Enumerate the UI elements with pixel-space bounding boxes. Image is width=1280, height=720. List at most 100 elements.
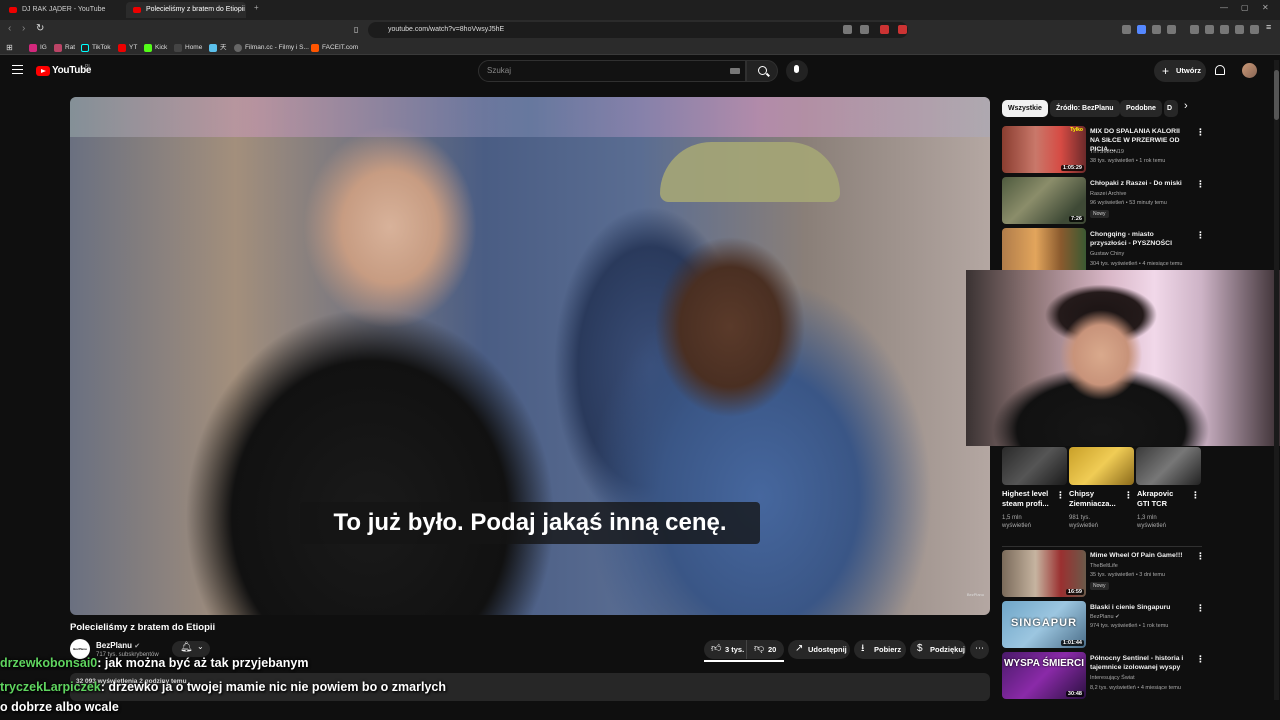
bookmark-home[interactable]: Home	[174, 42, 202, 53]
close-tab-icon[interactable]: ✕	[234, 2, 241, 18]
video-duration: 1:05:29	[1061, 165, 1084, 171]
more-vert-icon[interactable]: ⋮	[1191, 490, 1200, 501]
channel-name[interactable]: BezPlanu ✔	[96, 641, 140, 650]
minimize-icon[interactable]: —	[1220, 3, 1228, 12]
extension-icon[interactable]	[860, 25, 869, 34]
maximize-icon[interactable]: ▢	[1241, 3, 1249, 12]
short-thumbnail[interactable]	[1069, 447, 1134, 485]
extension-icon[interactable]	[1122, 25, 1131, 34]
more-vert-icon[interactable]: ⋮	[1124, 490, 1133, 501]
more-vert-icon[interactable]: ⋮	[1196, 179, 1205, 190]
bookmark-kick[interactable]: Kick	[144, 42, 167, 53]
sidebar-video-channel[interactable]: Raszei Archive	[1090, 191, 1126, 197]
extension-icon[interactable]	[1152, 25, 1161, 34]
subscribed-bell-button[interactable]: 🔔︎ ⌄	[172, 641, 210, 657]
more-vert-icon[interactable]: ⋮	[1196, 603, 1205, 614]
short-title[interactable]: Akrapovic GTI TCR	[1137, 489, 1179, 509]
close-window-icon[interactable]: ✕	[1262, 3, 1269, 12]
bookmark-label: IG	[40, 44, 47, 51]
like-button[interactable]: 👍︎ 3 tys.	[704, 640, 746, 659]
search-button[interactable]	[746, 60, 778, 82]
bookmark-page-icon[interactable]: ▯	[354, 25, 358, 34]
extension-icon[interactable]	[843, 25, 852, 34]
forward-icon[interactable]: ›	[22, 23, 25, 34]
chip-all[interactable]: Wszystkie	[1002, 100, 1048, 117]
sidebar-video-channel[interactable]: Interesujący Świat	[1090, 675, 1135, 681]
reload-icon[interactable]: ↻	[36, 23, 44, 34]
thanks-button[interactable]: $ Podziękuj	[910, 640, 966, 659]
browser-menu-icon[interactable]: ≡	[1266, 22, 1275, 32]
more-vert-icon[interactable]: ⋮	[1196, 230, 1205, 241]
apps-grid-icon[interactable]: ⊞	[6, 42, 13, 53]
page-scrollbar[interactable]	[1274, 60, 1279, 700]
sidebar-video-channel[interactable]: TheBeltLife	[1090, 563, 1118, 569]
sidebar-video-title[interactable]: Blaski i cienie Singapuru	[1090, 603, 1190, 612]
video-thumbnail[interactable]: WYSPA ŚMIERCI 30:48	[1002, 652, 1086, 699]
short-title[interactable]: Highest level steam profi...	[1002, 489, 1062, 509]
shield-icon[interactable]	[1250, 25, 1259, 34]
new-tab-button[interactable]: +	[254, 3, 259, 12]
bell-icon[interactable]	[1215, 65, 1225, 75]
sidebar-video-title[interactable]: Mime Wheel Of Pain Game!!!	[1090, 551, 1190, 560]
download-button[interactable]: ⭳ Pobierz	[854, 640, 906, 659]
bookmark-faceit[interactable]: FACEIT.com	[311, 42, 358, 53]
chip-more[interactable]: D	[1164, 100, 1178, 117]
bookmark-ten[interactable]: 天	[209, 42, 227, 53]
bookmark-ig[interactable]: IG	[29, 42, 47, 53]
share-button[interactable]: ↗ Udostępnij	[788, 640, 850, 659]
dislike-button[interactable]: 👎︎ 20	[746, 640, 784, 659]
keyboard-icon[interactable]	[730, 68, 740, 74]
sidebar-video-meta: 974 tys. wyświetleń • 1 rok temu	[1090, 623, 1169, 629]
search-input[interactable]: Szukaj	[478, 60, 746, 82]
extension-icon[interactable]	[1137, 25, 1146, 34]
menu-icon[interactable]	[12, 65, 23, 74]
short-thumbnail[interactable]	[1136, 447, 1201, 485]
bookmark-yt[interactable]: YT	[118, 42, 137, 53]
more-vert-icon[interactable]: ⋮	[1196, 127, 1205, 138]
sidebar-video-title[interactable]: Chłopaki z Raszei - Do miski	[1090, 179, 1190, 188]
media-icon[interactable]	[1190, 25, 1199, 34]
sidebar-video-channel[interactable]: Gustaw Chiny	[1090, 251, 1124, 257]
url-field[interactable]: youtube.com/watch?v=8hoVwsyJ5hE	[368, 22, 908, 38]
bookmark-tiktok[interactable]: TikTok	[81, 42, 111, 53]
more-icon[interactable]: ⋯	[970, 640, 989, 659]
create-button[interactable]: + Utwórz	[1154, 60, 1206, 82]
extension-icon[interactable]	[898, 25, 907, 34]
downloads-icon[interactable]	[1220, 25, 1229, 34]
avatar[interactable]	[1242, 63, 1257, 78]
more-vert-icon[interactable]: ⋮	[1196, 551, 1205, 562]
more-vert-icon[interactable]: ⋮	[1056, 490, 1065, 501]
channel-name-text: BezPlanu	[96, 641, 133, 650]
sidebar-video-channel[interactable]: ThTSIMON19	[1090, 149, 1124, 155]
youtube-logo-icon[interactable]	[36, 66, 50, 76]
short-thumbnail[interactable]	[1002, 447, 1067, 485]
sidebar-video-title[interactable]: Północny Sentinel - historia i tajemnice…	[1090, 654, 1190, 672]
video-thumbnail[interactable]: Tylko 1:05:29	[1002, 126, 1086, 173]
video-background-shelves	[70, 97, 990, 137]
chat-message: tryczekLarpiczek: drzewko ja o twojej ma…	[0, 680, 446, 694]
extension-icon[interactable]	[880, 25, 889, 34]
bookmark-rat[interactable]: Rat	[54, 42, 75, 53]
sidebar-video-channel[interactable]: BezPlanu ✔	[1090, 614, 1120, 620]
scrollbar-thumb[interactable]	[1274, 70, 1279, 120]
browser-tab-1[interactable]: DJ RAK JĄDER - YouTube	[2, 2, 122, 18]
browser-tab-2[interactable]: Polecieliśmy z bratem do Etiopii ✕	[126, 2, 246, 18]
video-thumbnail[interactable]	[1002, 228, 1086, 270]
mic-icon[interactable]	[786, 60, 808, 82]
chip-source[interactable]: Źródło: BezPlanu	[1050, 100, 1120, 117]
video-thumbnail[interactable]: 16:59	[1002, 550, 1086, 597]
streamer-webcam	[966, 270, 1280, 446]
chip-related[interactable]: Podobne	[1120, 100, 1162, 117]
back-icon[interactable]: ‹	[8, 23, 11, 34]
favorites-icon[interactable]	[1235, 25, 1244, 34]
chevron-right-icon[interactable]: ›	[1184, 100, 1188, 112]
more-vert-icon[interactable]: ⋮	[1196, 654, 1205, 665]
video-thumbnail[interactable]: SINGAPUR 1:01:44	[1002, 601, 1086, 648]
bookmark-filman[interactable]: Filman.cc - Filmy i S...	[234, 42, 309, 53]
extension-icon[interactable]	[1167, 25, 1176, 34]
short-title[interactable]: Chipsy Ziemniacza...	[1069, 489, 1121, 509]
sidebar-video-title[interactable]: Chongqing - miasto przyszłości - PYSZNOŚ…	[1090, 230, 1190, 248]
sidebar-icon[interactable]	[1205, 25, 1214, 34]
video-thumbnail[interactable]: 7:26	[1002, 177, 1086, 224]
video-player[interactable]: To już było. Podaj jakąś inną cenę. BezP…	[70, 97, 990, 615]
